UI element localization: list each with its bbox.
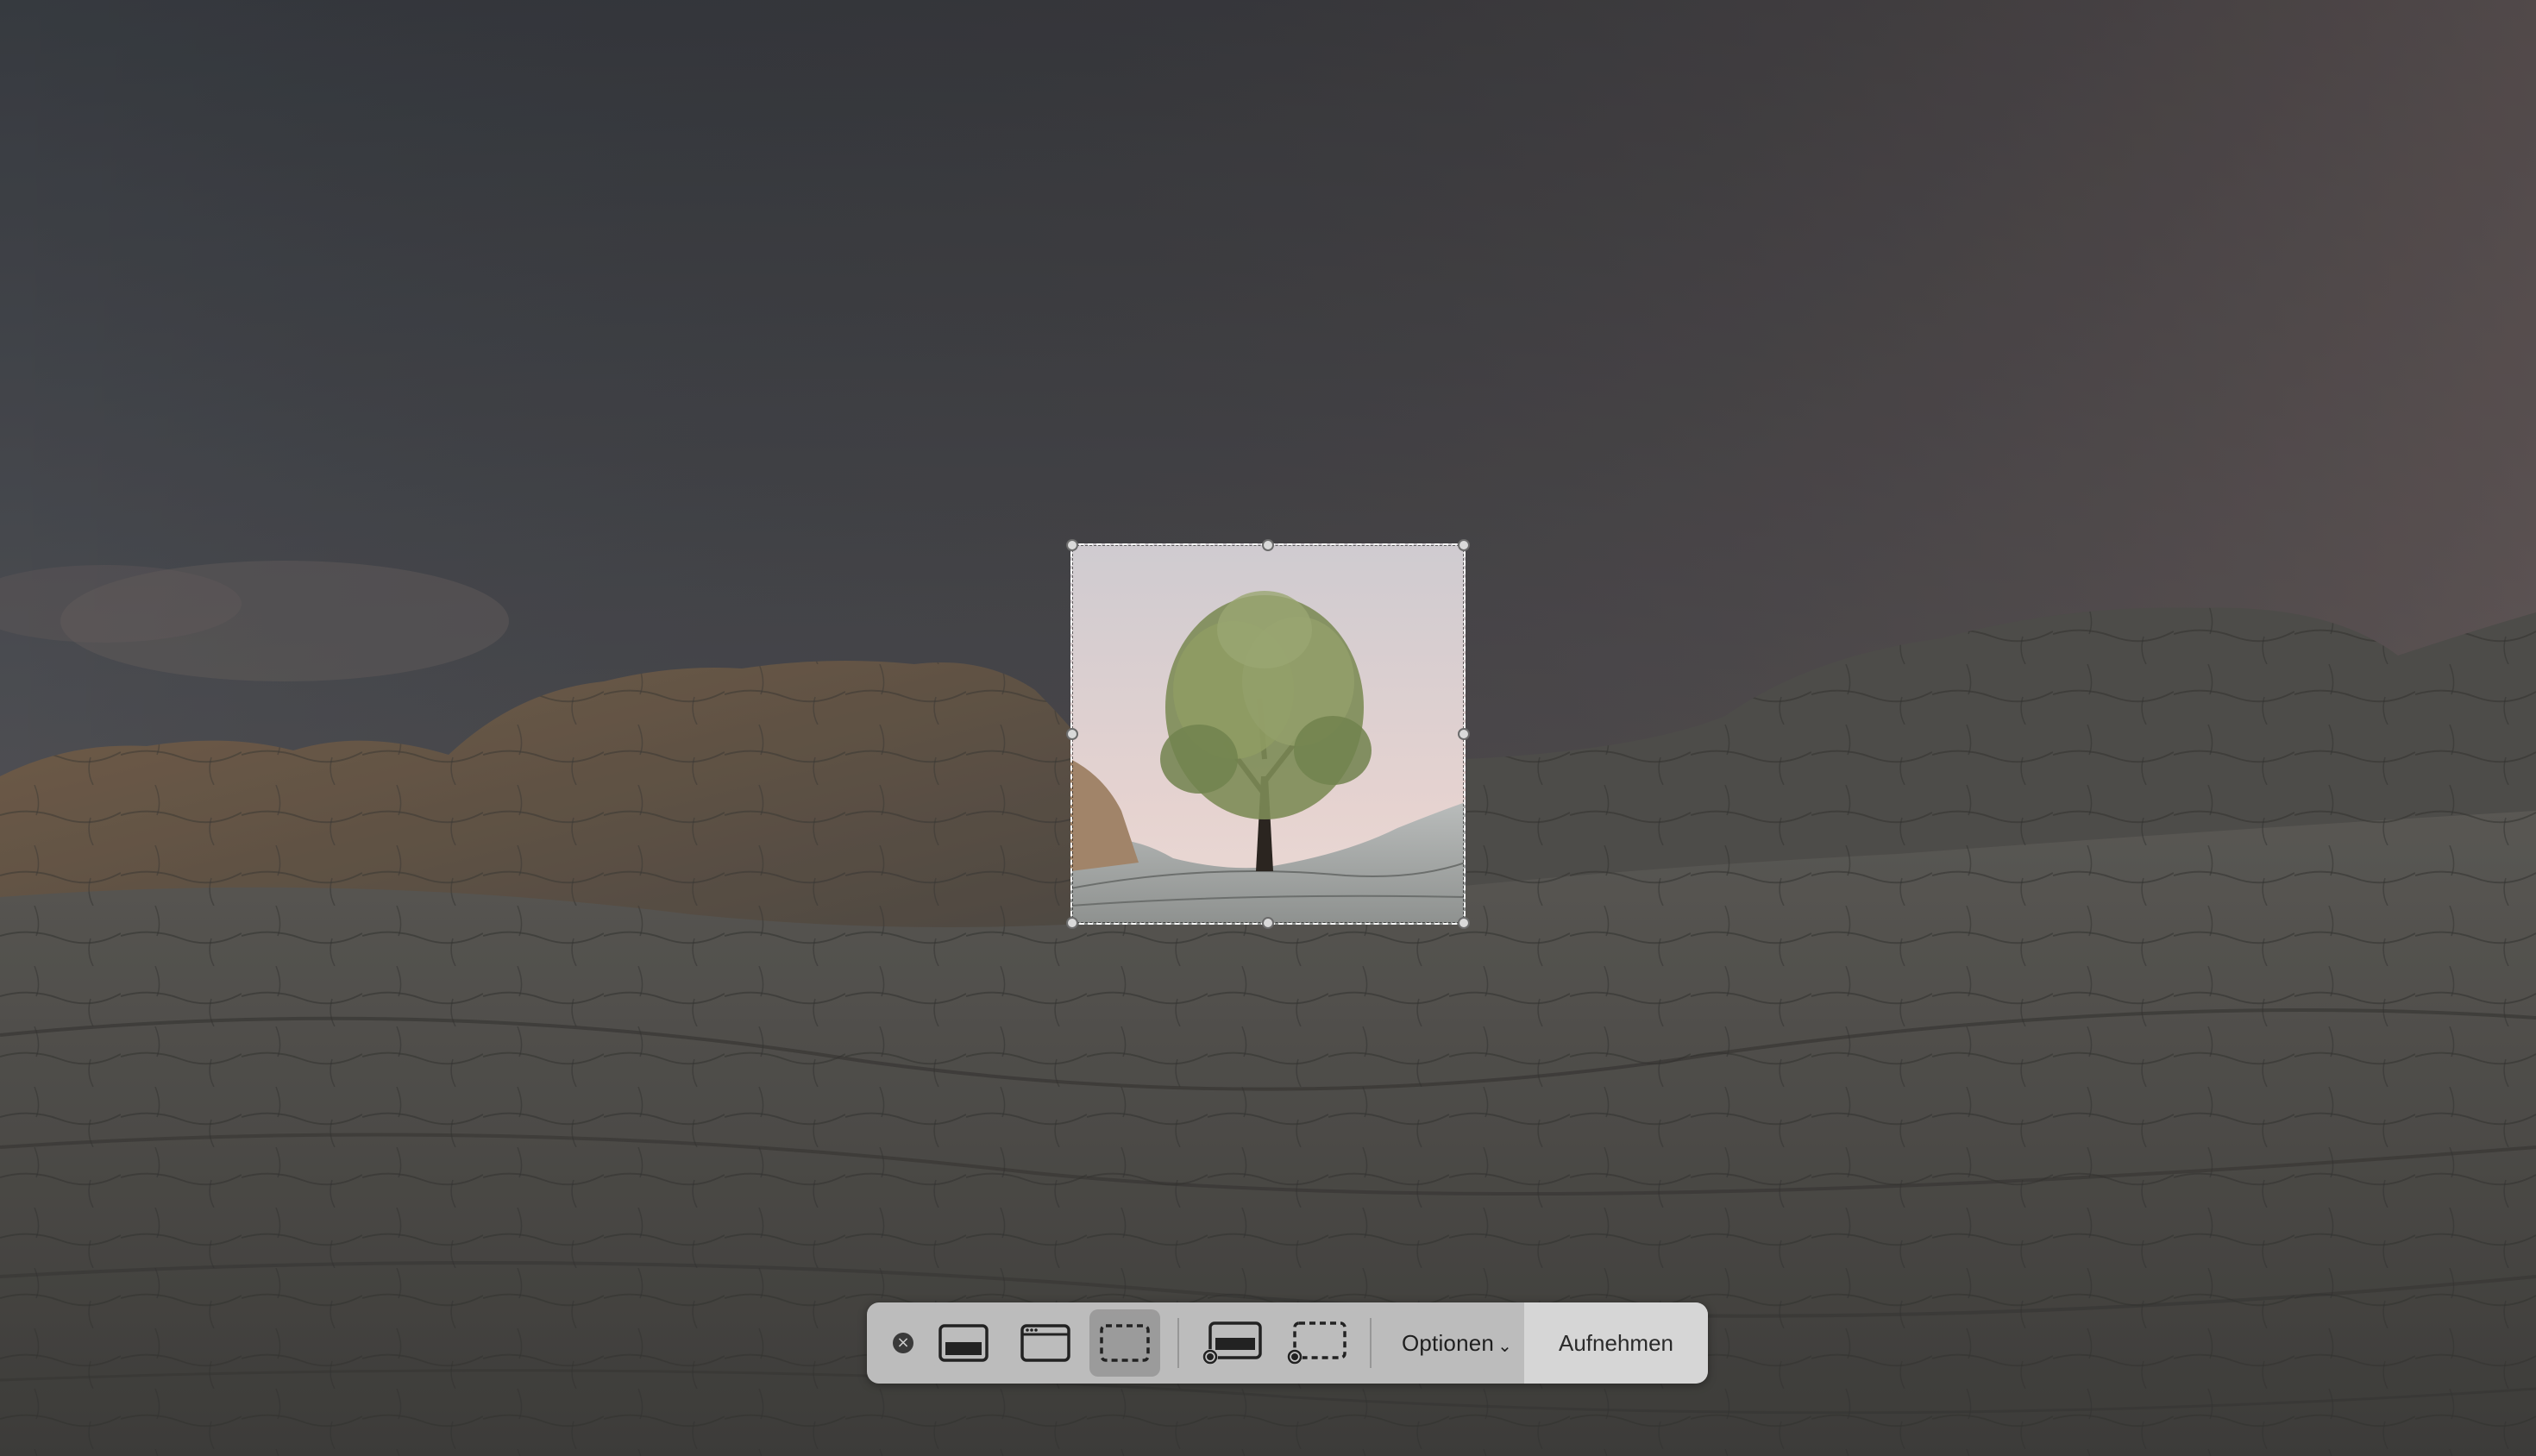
- resize-handle-bottom-left[interactable]: [1066, 917, 1078, 929]
- capture-selected-portion-button[interactable]: [1089, 1309, 1160, 1377]
- desktop-screen: × Optionen ⌄ Aufnehmen: [0, 0, 2536, 1456]
- selection-icon: [1100, 1324, 1150, 1362]
- screenshot-selection-area[interactable]: [1066, 539, 1470, 929]
- entire-screen-icon: [938, 1324, 989, 1362]
- chevron-down-icon: ⌄: [1497, 1335, 1513, 1356]
- resize-handle-right[interactable]: [1458, 728, 1470, 740]
- resize-handle-left[interactable]: [1066, 728, 1078, 740]
- options-menu-button[interactable]: Optionen ⌄: [1383, 1309, 1531, 1377]
- screenshot-toolbar: × Optionen ⌄ Aufnehmen: [867, 1302, 1708, 1384]
- resize-handle-top-left[interactable]: [1066, 539, 1078, 551]
- window-icon: [1020, 1324, 1070, 1362]
- toolbar-divider: [1370, 1318, 1372, 1368]
- record-screen-icon: [1202, 1321, 1262, 1365]
- capture-button[interactable]: Aufnehmen: [1524, 1302, 1708, 1384]
- resize-handle-bottom-right[interactable]: [1458, 917, 1470, 929]
- record-entire-screen-button[interactable]: [1195, 1309, 1271, 1377]
- capture-selected-window-button[interactable]: [1011, 1309, 1080, 1377]
- close-icon: ×: [893, 1333, 913, 1353]
- resize-handle-top[interactable]: [1262, 539, 1274, 551]
- toolbar-divider: [1177, 1318, 1179, 1368]
- record-selection-icon: [1287, 1321, 1346, 1365]
- close-button[interactable]: ×: [886, 1309, 920, 1377]
- capture-label: Aufnehmen: [1559, 1329, 1673, 1356]
- resize-handle-bottom[interactable]: [1262, 917, 1274, 929]
- resize-handle-top-right[interactable]: [1458, 539, 1470, 551]
- options-label: Optionen: [1401, 1329, 1495, 1356]
- capture-entire-screen-button[interactable]: [929, 1309, 998, 1377]
- record-selected-portion-button[interactable]: [1279, 1309, 1355, 1377]
